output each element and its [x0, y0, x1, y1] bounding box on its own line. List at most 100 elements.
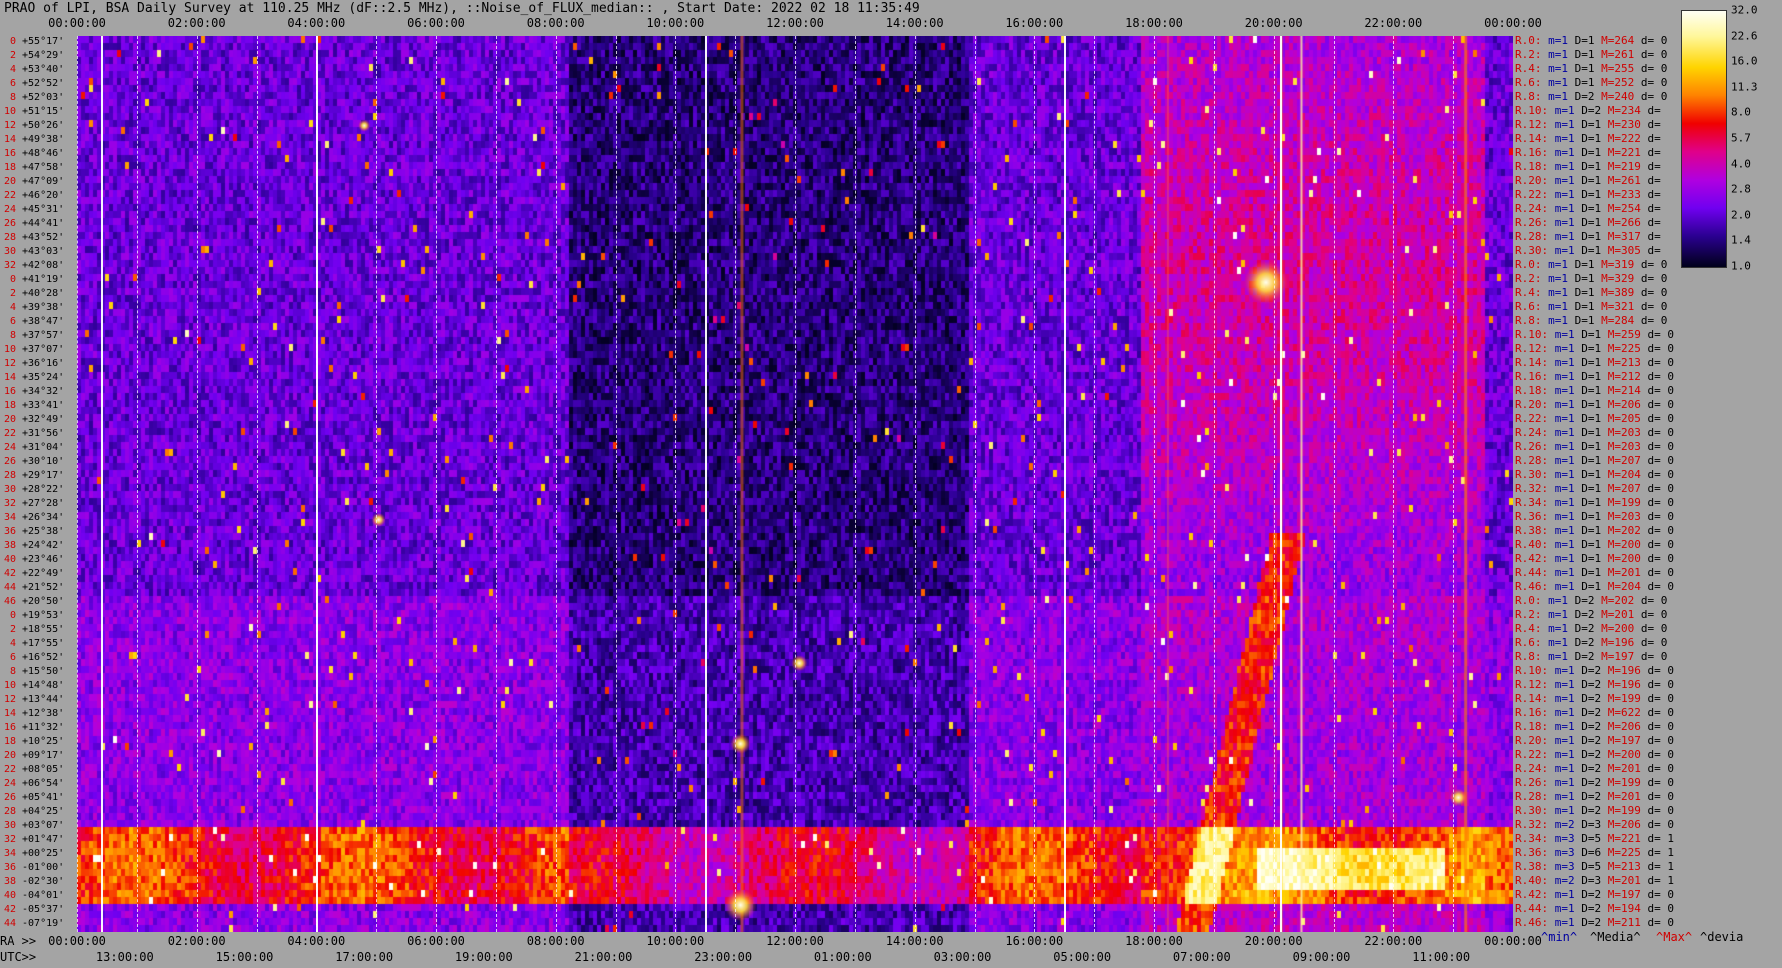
beam-stat-r: R.32: — [1515, 818, 1549, 831]
beam-stat-m: m=1 — [1548, 888, 1575, 901]
declination-label: 24 +06°54' — [0, 777, 77, 791]
beam-stat-mx: M=204 — [1601, 468, 1641, 481]
beam-stat-m: m=3 — [1548, 846, 1575, 859]
declination-label: 38 -02°30' — [0, 875, 77, 889]
beam-stat-r: R.28: — [1515, 454, 1549, 467]
beam-stat-row: R.24: m=1 D=2 M=201 d= 0 — [1515, 762, 1674, 776]
hour-gridline — [495, 36, 497, 932]
declination-label: 8 +37°57' — [0, 329, 77, 343]
utcTicks-tick: 01:00:00 — [813, 950, 872, 964]
hour-gridline — [974, 36, 976, 932]
declination-value: -02°30' — [16, 876, 65, 887]
declination-label: 26 +30°10' — [0, 455, 77, 469]
beam-stat-row: R.18: m=1 D=1 M=219 d= — [1515, 160, 1661, 174]
declination-label: 4 +17°55' — [0, 637, 77, 651]
declination-label: 28 +29°17' — [0, 469, 77, 483]
beam-index: 40 — [3, 554, 16, 565]
beam-stat-r: R.10: — [1515, 328, 1549, 341]
beam-stat-d: D=1 — [1574, 482, 1602, 495]
beam-index: 20 — [3, 750, 16, 761]
beam-stat-d: D=1 — [1574, 370, 1602, 383]
beam-stat-m: m=1 — [1548, 538, 1575, 551]
declination-label: 24 +45°31' — [0, 203, 77, 217]
beam-stat-r: R.4: — [1515, 286, 1542, 299]
beam-stat-mx: M=199 — [1601, 496, 1641, 509]
beam-stat-mx: M=197 — [1594, 650, 1635, 663]
hour-gridline — [854, 36, 856, 932]
colorbar-tick: 32.0 — [1731, 3, 1758, 17]
declination-value: +06°54' — [16, 778, 65, 789]
beam-stat-mx: M=201 — [1601, 566, 1641, 579]
declination-value: +39°38' — [16, 302, 65, 313]
beam-stat-dv: d= 0 — [1640, 916, 1674, 929]
beam-stat-dv: d= 0 — [1634, 76, 1668, 89]
beam-stat-dv: d= — [1640, 230, 1661, 243]
beam-stat-r: R.44: — [1515, 566, 1549, 579]
marker-line — [705, 36, 708, 932]
declination-value: +43°03' — [16, 246, 65, 257]
beam-stat-m: m=1 — [1548, 342, 1575, 355]
declination-value: +52°52' — [16, 78, 65, 89]
declination-label: 18 +47°58' — [0, 161, 77, 175]
beam-stat-r: R.6: — [1515, 636, 1542, 649]
declination-value: +40°28' — [16, 288, 65, 299]
beam-stat-row: R.10: m=1 D=1 M=259 d= 0 — [1515, 328, 1674, 342]
beam-stat-r: R.38: — [1515, 524, 1549, 537]
beam-stat-d: D=2 — [1574, 762, 1602, 775]
declination-label: 0 +41°19' — [0, 273, 77, 287]
beam-index: 26 — [3, 792, 16, 803]
beam-stat-mx: M=264 — [1594, 34, 1635, 47]
beam-stat-dv: d= 0 — [1640, 902, 1674, 915]
declination-value: -04°01' — [16, 890, 65, 901]
beam-stat-dv: d= — [1640, 174, 1661, 187]
declination-value: -05°37' — [16, 904, 65, 915]
beam-stat-mx: M=214 — [1601, 384, 1641, 397]
utcTicks-tick: 09:00:00 — [1292, 950, 1351, 964]
beam-stat-r: R.8: — [1515, 314, 1542, 327]
declination-value: +13°44' — [16, 694, 65, 705]
beam-stat-mx: M=200 — [1594, 622, 1635, 635]
beam-stat-r: R.44: — [1515, 902, 1549, 915]
heatmap-plot — [77, 36, 1513, 932]
beam-stat-row: R.36: m=1 D=1 M=203 d= 0 — [1515, 510, 1674, 524]
beam-stat-dv: d= 0 — [1634, 622, 1668, 635]
beam-index: 4 — [9, 64, 16, 75]
beam-stat-dv: d= 0 — [1634, 272, 1668, 285]
beam-stat-row: R.8: m=1 D=2 M=197 d= 0 — [1515, 650, 1667, 664]
beam-stat-dv: d= 0 — [1640, 356, 1674, 369]
declination-label: 2 +54°29' — [0, 49, 77, 63]
beam-index: 6 — [9, 316, 16, 327]
declination-value: +27°28' — [16, 498, 65, 509]
beam-stat-d: D=2 — [1574, 664, 1602, 677]
beam-stat-dv: d= 0 — [1640, 496, 1674, 509]
hour-gridline — [735, 36, 737, 932]
beam-index: 6 — [9, 78, 16, 89]
declination-value: +48°46' — [16, 148, 65, 159]
hour-gridline — [1213, 36, 1215, 932]
beam-index: 8 — [9, 666, 16, 677]
beam-stat-mx: M=213 — [1601, 860, 1641, 873]
beam-stat-r: R.34: — [1515, 832, 1549, 845]
raTicks-tick: 20:00:00 — [1244, 934, 1303, 948]
beam-stat-row: R.18: m=1 D=2 M=206 d= 0 — [1515, 720, 1674, 734]
beam-stat-dv: d= 0 — [1640, 706, 1674, 719]
legend-deviation: ^devia — [1700, 930, 1744, 944]
beam-stat-d: D=1 — [1574, 538, 1602, 551]
declination-label: 16 +48°46' — [0, 147, 77, 161]
colorbar-tick: 4.0 — [1731, 157, 1751, 171]
beam-stat-mx: M=206 — [1601, 398, 1641, 411]
beam-stat-d: D=2 — [1574, 734, 1602, 747]
beam-index: 20 — [3, 176, 16, 187]
beam-stat-dv: d= — [1640, 244, 1661, 257]
hour-gridline — [436, 36, 437, 932]
declination-value: +16°52' — [16, 652, 65, 663]
beam-stat-r: R.0: — [1515, 594, 1542, 607]
declination-label: 14 +35°24' — [0, 371, 77, 385]
hour-gridline — [1273, 36, 1275, 932]
declination-value: +54°29' — [16, 50, 65, 61]
beam-stat-d: D=2 — [1574, 748, 1602, 761]
beam-stat-m: m=1 — [1548, 552, 1575, 565]
declination-label: 14 +12°38' — [0, 707, 77, 721]
beam-stat-d: D=3 — [1574, 818, 1602, 831]
raTicks-tick: 04:00:00 — [287, 934, 346, 948]
